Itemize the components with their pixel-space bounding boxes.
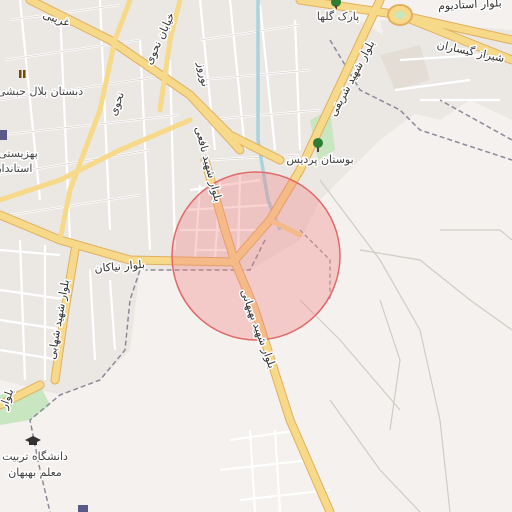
poi-label: پارک گلها [317, 10, 359, 23]
poi-label: استانداری [0, 162, 32, 175]
office-icon [78, 505, 88, 512]
map-canvas[interactable]: بلوار استادیوم شیراز گیساران غریبی خیابا… [0, 0, 512, 512]
poi-label: بهزیستی [0, 147, 38, 160]
office-icon [0, 130, 7, 140]
roundabout-island [395, 11, 405, 19]
poi-label: معلم بهبهان [8, 466, 62, 479]
poi-label: بوستان پردیس [286, 153, 353, 166]
poi-label: دبستان بلال حبشی [0, 85, 83, 98]
map-view[interactable]: بلوار استادیوم شیراز گیساران غریبی خیابا… [0, 0, 512, 512]
poi-label: دانشگاه تربیت [2, 450, 68, 463]
